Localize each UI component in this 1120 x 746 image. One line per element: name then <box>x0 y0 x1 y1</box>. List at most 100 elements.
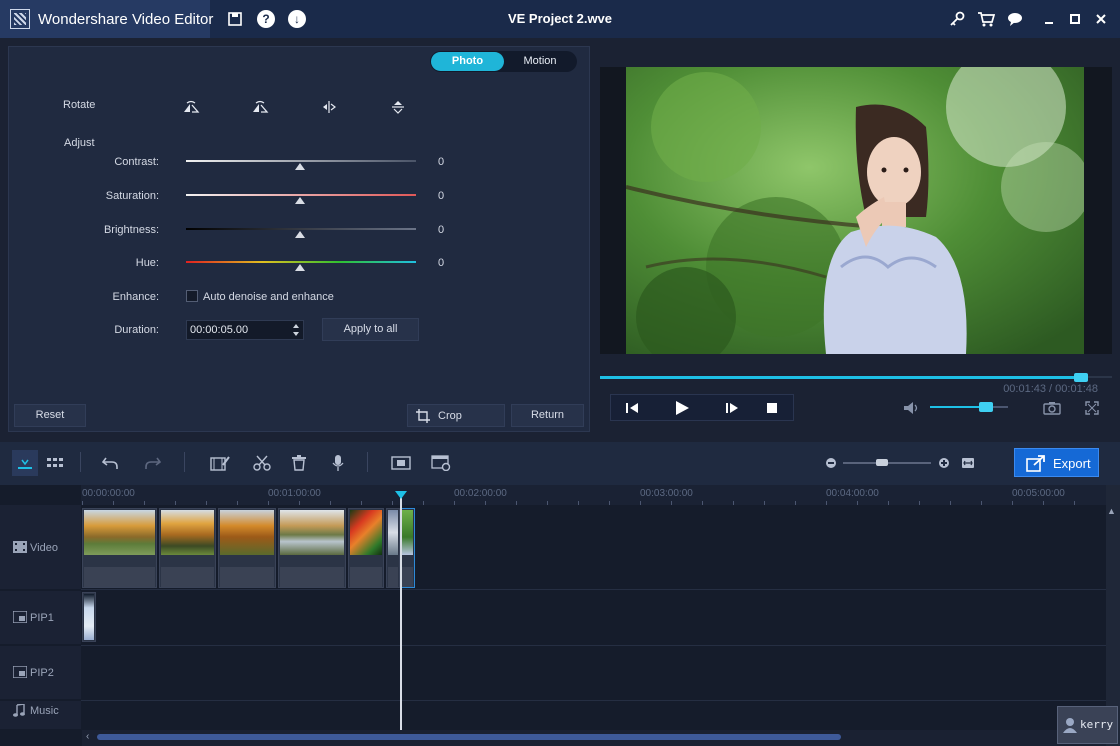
hue-value: 0 <box>438 257 445 269</box>
prev-frame-button[interactable] <box>612 394 652 421</box>
reset-button[interactable]: Reset <box>14 404 86 427</box>
ruler-time: 00:00:00:00 <box>82 488 135 499</box>
track-divider <box>81 589 1106 590</box>
ruler-tick <box>919 501 920 505</box>
flip-vertical-icon[interactable] <box>387 100 409 118</box>
export-label: Export <box>1053 456 1091 471</box>
chat-icon[interactable] <box>1007 10 1025 28</box>
ruler-tick <box>113 501 114 505</box>
ruler-time: 00:04:00:00 <box>826 488 879 499</box>
crop-label: Crop <box>438 410 462 422</box>
seek-thumb[interactable] <box>1074 373 1088 382</box>
playhead[interactable] <box>400 493 402 730</box>
ruler-tick <box>82 501 83 505</box>
ruler-tick <box>361 501 362 505</box>
contrast-thumb[interactable] <box>295 163 305 170</box>
volume-thumb[interactable] <box>979 402 993 412</box>
brightness-thumb[interactable] <box>295 231 305 238</box>
storyboard-view-icon[interactable] <box>42 450 68 476</box>
ruler-tick <box>671 501 672 505</box>
ruler-tick <box>206 501 207 505</box>
zoom-in-icon[interactable] <box>932 450 956 476</box>
ruler-tick <box>144 501 145 505</box>
return-button[interactable]: Return <box>511 404 584 427</box>
pip-clip[interactable] <box>82 592 96 642</box>
ruler-tick <box>950 501 951 505</box>
cart-icon[interactable] <box>977 10 995 28</box>
fit-timeline-icon[interactable] <box>956 450 980 476</box>
brightness-slider[interactable] <box>186 228 416 230</box>
export-button[interactable]: Export <box>1014 448 1099 477</box>
contrast-slider[interactable] <box>186 160 416 162</box>
horizontal-scrollbar-thumb[interactable] <box>97 734 841 740</box>
edit-clip-icon[interactable] <box>207 450 233 476</box>
tab-photo[interactable]: Photo <box>431 52 504 71</box>
tab-motion[interactable]: Motion <box>505 52 575 71</box>
rotate-left-icon[interactable] <box>249 100 271 118</box>
export-icon <box>1026 454 1046 475</box>
timeline-view-icon[interactable] <box>12 450 38 476</box>
stop-button[interactable] <box>752 394 792 421</box>
video-clip[interactable] <box>386 508 400 588</box>
ruler-tick <box>392 501 393 505</box>
video-clip[interactable] <box>82 508 157 588</box>
video-clip[interactable] <box>159 508 216 588</box>
ruler-tick <box>826 501 827 505</box>
hue-slider[interactable] <box>186 261 416 263</box>
maximize-icon[interactable] <box>1066 10 1084 28</box>
volume-icon[interactable] <box>894 394 930 421</box>
ruler-tick <box>454 501 455 505</box>
playhead-marker[interactable] <box>395 491 407 499</box>
watermark-text: kerry <box>1080 718 1114 731</box>
duration-label: Duration: <box>114 324 159 336</box>
record-voice-mic-icon[interactable] <box>325 450 351 476</box>
apply-to-all-button[interactable]: Apply to all <box>322 318 419 341</box>
redo-icon[interactable] <box>140 450 166 476</box>
minimize-icon[interactable] <box>1040 10 1058 28</box>
ruler-tick <box>733 501 734 505</box>
saturation-slider[interactable] <box>186 194 416 196</box>
adjust-label: Adjust <box>64 137 95 149</box>
ruler-tick <box>268 501 269 505</box>
video-clip[interactable] <box>218 508 276 588</box>
rotate-right-icon[interactable] <box>180 100 202 118</box>
split-scissors-icon[interactable] <box>249 450 275 476</box>
contrast-label: Contrast: <box>114 156 159 168</box>
scroll-left-icon[interactable]: ‹ <box>86 731 89 742</box>
time-ruler[interactable] <box>81 485 1106 505</box>
toolbar-divider <box>184 452 185 472</box>
ruler-tick <box>547 501 548 505</box>
rotate-label: Rotate <box>63 99 96 111</box>
snapshot-fit-icon[interactable] <box>388 450 414 476</box>
crop-button[interactable]: Crop <box>407 404 505 427</box>
ruler-time: 00:02:00:00 <box>454 488 507 499</box>
toolbar-divider <box>80 452 81 472</box>
saturation-thumb[interactable] <box>295 197 305 204</box>
ruler-tick <box>1043 501 1044 505</box>
next-frame-button[interactable] <box>712 394 752 421</box>
spin-arrows-icon[interactable] <box>291 322 301 338</box>
user-icon <box>1063 717 1077 736</box>
flip-horizontal-icon[interactable] <box>318 100 340 118</box>
pip1-track-label: PIP1 <box>30 612 54 624</box>
hue-thumb[interactable] <box>295 264 305 271</box>
scroll-up-icon[interactable]: ▲ <box>1107 506 1116 516</box>
settings-gear-icon[interactable] <box>428 450 454 476</box>
zoom-thumb[interactable] <box>876 459 888 466</box>
ruler-tick <box>237 501 238 505</box>
seek-progress <box>600 376 1081 379</box>
selected-video-clip[interactable] <box>400 508 415 588</box>
play-button[interactable] <box>662 394 702 421</box>
key-icon[interactable] <box>948 10 966 28</box>
delete-trash-icon[interactable] <box>286 450 312 476</box>
close-icon[interactable] <box>1092 10 1110 28</box>
snapshot-camera-icon[interactable] <box>1032 394 1072 421</box>
video-clip[interactable] <box>278 508 346 588</box>
video-track-label: Video <box>30 542 58 554</box>
fullscreen-icon[interactable] <box>1072 394 1112 421</box>
video-clip[interactable] <box>348 508 384 588</box>
ruler-tick <box>516 501 517 505</box>
denoise-checkbox[interactable] <box>186 290 198 302</box>
undo-icon[interactable] <box>97 450 123 476</box>
zoom-out-icon[interactable] <box>819 450 843 476</box>
